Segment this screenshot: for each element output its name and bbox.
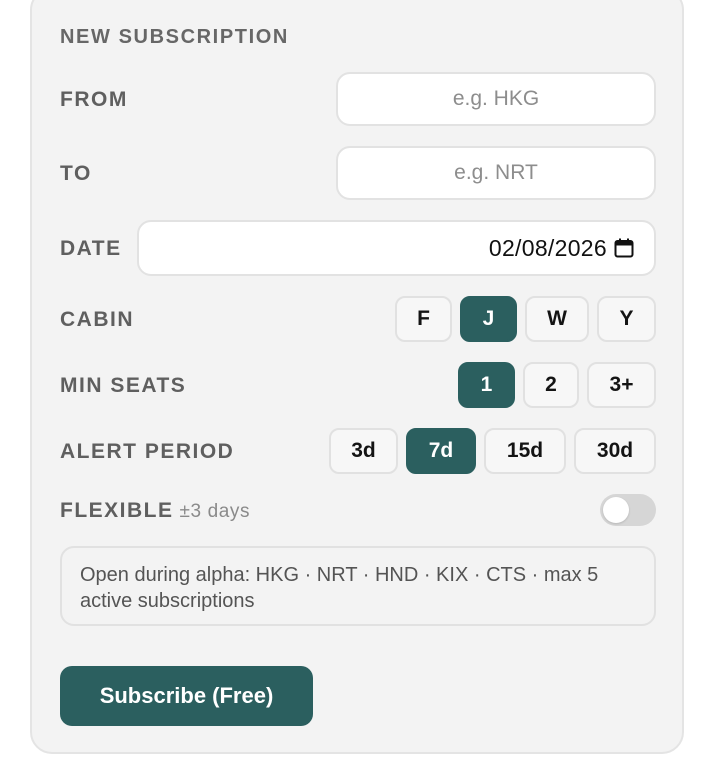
alpha-notice: Open during alpha: HKG · NRT · HND · KIX… [60,546,656,626]
flexible-title: FLEXIBLE [60,499,174,522]
cabin-option-w[interactable]: W [525,296,589,342]
to-input[interactable] [336,146,656,200]
subscribe-button[interactable]: Subscribe (Free) [60,666,313,726]
period-option-3d[interactable]: 3d [329,428,398,474]
date-label: DATE [60,237,122,260]
alert-period-label: ALERT PERIOD [60,440,235,463]
from-label: FROM [60,88,128,111]
cabin-option-y[interactable]: Y [597,296,656,342]
cabin-option-j[interactable]: J [460,296,517,342]
from-input[interactable] [336,72,656,126]
seats-option-3plus[interactable]: 3+ [587,362,656,408]
period-option-7d[interactable]: 7d [406,428,476,474]
toggle-knob [603,497,629,523]
cabin-option-f[interactable]: F [395,296,452,342]
flexible-subtext: ±3 days [179,501,251,522]
section-title: NEW SUBSCRIPTION [60,26,289,48]
seats-option-1[interactable]: 1 [458,362,515,408]
cabin-label: CABIN [60,308,134,331]
seats-option-2[interactable]: 2 [523,362,579,408]
flexible-label: FLEXIBLE ±3 days [60,499,250,523]
period-option-30d[interactable]: 30d [574,428,656,474]
date-input[interactable]: 02/08/2026 [137,220,656,276]
period-option-15d[interactable]: 15d [484,428,566,474]
date-value: 02/08/2026 [488,234,607,261]
flexible-toggle[interactable] [600,494,656,526]
to-label: TO [60,162,92,185]
min-seats-label: MIN SEATS [60,374,187,397]
calendar-icon[interactable] [614,238,634,258]
